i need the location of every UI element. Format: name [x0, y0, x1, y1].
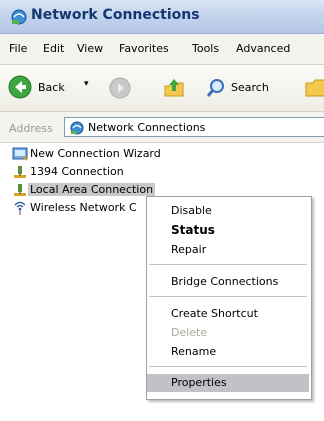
search-button-label[interactable]: Search — [231, 81, 269, 94]
context-menu-item-label: Properties — [171, 376, 227, 389]
context-menu: Disable Status Repair Bridge Connections… — [146, 196, 312, 400]
context-menu-item-label: Rename — [171, 345, 217, 358]
back-arrow-icon[interactable] — [8, 75, 32, 99]
context-menu-item-label: Repair — [171, 243, 207, 256]
address-field[interactable]: Network Connections — [64, 117, 324, 137]
connection-label: Local Area Connection — [28, 183, 156, 196]
address-bar: Address Network Connections — [0, 112, 324, 143]
network-connections-icon — [11, 9, 27, 25]
back-dropdown-icon[interactable]: ▾ — [84, 79, 89, 89]
context-menu-item-rename[interactable]: Rename — [147, 343, 309, 361]
context-menu-item-bridge-connections[interactable]: Bridge Connections — [147, 273, 309, 291]
toolbar: Back ▾ Search — [0, 65, 324, 112]
context-menu-item-repair[interactable]: Repair — [147, 241, 309, 259]
forward-arrow-icon[interactable] — [108, 76, 132, 100]
menu-edit[interactable]: Edit — [43, 42, 64, 55]
window-title: Network Connections — [31, 7, 200, 23]
context-menu-item-label: Create Shortcut — [171, 307, 258, 320]
network-connections-window: Network Connections File Edit View Favor… — [0, 0, 324, 421]
address-value: Network Connections — [88, 121, 206, 134]
menu-separator — [149, 296, 307, 297]
context-menu-item-label: Delete — [171, 326, 208, 339]
menu-view[interactable]: View — [77, 42, 103, 55]
context-menu-item-status[interactable]: Status — [147, 221, 309, 239]
menu-file[interactable]: File — [9, 42, 27, 55]
menu-separator — [149, 264, 307, 265]
new-connection-wizard-icon — [12, 147, 28, 161]
network-connections-icon — [70, 121, 84, 135]
context-menu-item-label: Disable — [171, 204, 212, 217]
menu-advanced[interactable]: Advanced — [236, 42, 290, 55]
connection-label: New Connection Wizard — [30, 147, 161, 160]
context-menu-item-delete: Delete — [147, 324, 309, 342]
context-menu-item-label: Status — [171, 223, 215, 237]
title-bar[interactable]: Network Connections — [0, 0, 324, 34]
connection-label: 1394 Connection — [30, 165, 124, 178]
context-menu-item-properties[interactable]: Properties — [147, 374, 309, 392]
search-icon[interactable] — [205, 77, 227, 99]
menu-favorites[interactable]: Favorites — [119, 42, 169, 55]
context-menu-item-create-shortcut[interactable]: Create Shortcut — [147, 305, 309, 323]
connection-label: Wireless Network C — [30, 201, 137, 214]
menu-tools[interactable]: Tools — [192, 42, 219, 55]
lan-connection-icon — [14, 184, 26, 196]
lan-connection-icon — [14, 166, 26, 178]
wireless-connection-icon — [14, 201, 26, 215]
up-folder-icon[interactable] — [162, 76, 186, 100]
context-menu-item-disable[interactable]: Disable — [147, 202, 309, 220]
menu-separator — [149, 366, 307, 367]
menu-bar: File Edit View Favorites Tools Advanced — [0, 34, 324, 65]
folders-icon[interactable] — [304, 77, 324, 99]
back-button-label[interactable]: Back — [38, 81, 65, 94]
address-label: Address — [9, 122, 53, 135]
context-menu-item-label: Bridge Connections — [171, 275, 279, 288]
